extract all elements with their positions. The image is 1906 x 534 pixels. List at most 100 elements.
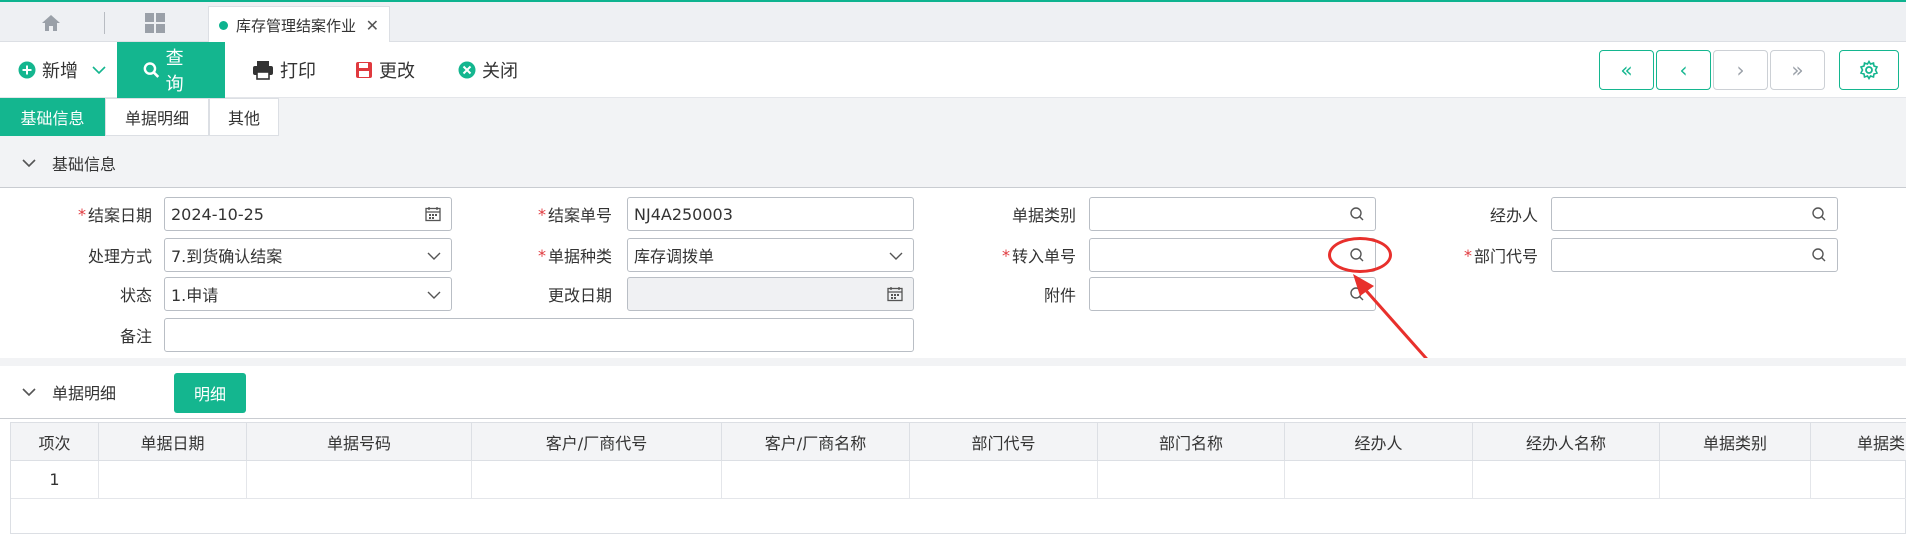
label-text: 结案单号 (547, 206, 612, 225)
chevron-down-icon[interactable] (92, 65, 106, 75)
column-header[interactable]: 客户/厂商代号 (472, 423, 722, 461)
column-header[interactable]: 部门名称 (1098, 423, 1285, 461)
label-text: 部门代号 (1473, 247, 1538, 266)
table-cell[interactable] (99, 461, 247, 499)
column-header[interactable]: 客户/厂商名称 (722, 423, 910, 461)
status-select[interactable]: 1.申请 (164, 277, 452, 311)
section-gap (0, 358, 1906, 366)
handler-label: 经办人 (1489, 206, 1538, 225)
home-icon[interactable] (36, 10, 66, 36)
first-icon: « (1620, 58, 1633, 82)
doc-type-select[interactable]: 库存调拨单 (627, 238, 914, 272)
next-record-button[interactable]: › (1713, 50, 1768, 90)
attachment-field[interactable] (1089, 277, 1376, 311)
divider (0, 187, 1906, 188)
label-text: 单据种类 (547, 247, 612, 266)
remark-label: 备注 (119, 327, 152, 346)
column-header[interactable]: 部门代号 (910, 423, 1098, 461)
tab-doc-detail[interactable]: 单据明细 (105, 98, 209, 136)
table-cell[interactable]: 1 (11, 461, 99, 499)
transfer-no-label: * 转入单号 (986, 238, 1076, 272)
modify-label: 更改 (379, 61, 415, 82)
last-icon: » (1791, 58, 1804, 82)
first-record-button[interactable]: « (1599, 50, 1654, 90)
search-icon[interactable] (1811, 206, 1827, 222)
column-header[interactable]: 单据号码 (247, 423, 472, 461)
modify-button[interactable]: 更改 (355, 42, 415, 98)
column-header[interactable]: 单据类 (1811, 423, 1906, 461)
tab-inventory-close[interactable]: 库存管理结案作业 ✕ (208, 6, 390, 44)
process-method-value: 7.到货确认结案 (171, 247, 283, 266)
chevron-down-icon[interactable] (22, 158, 36, 168)
column-header[interactable]: 单据类别 (1660, 423, 1811, 461)
table-cell[interactable] (1098, 461, 1285, 499)
required-mark: * (1463, 245, 1472, 265)
search-icon[interactable] (1811, 247, 1827, 263)
modify-date-field (627, 277, 914, 311)
search-icon[interactable] (1349, 206, 1365, 222)
process-method-select[interactable]: 7.到货确认结案 (164, 238, 452, 272)
next-icon: › (1736, 58, 1745, 82)
required-mark: * (77, 204, 86, 224)
close-date-value: 2024-10-25 (171, 204, 264, 224)
tab-basic-info[interactable]: 基础信息 (0, 98, 105, 136)
query-label: 查询 (165, 48, 184, 95)
chevron-down-icon[interactable] (427, 290, 441, 300)
table-cell[interactable] (1473, 461, 1660, 499)
required-mark: * (537, 245, 546, 265)
table-cell[interactable] (910, 461, 1098, 499)
section-title: 基础信息 (52, 155, 117, 174)
close-button[interactable]: 关闭 (458, 42, 518, 98)
calendar-icon[interactable] (425, 206, 441, 222)
remark-field[interactable] (164, 318, 914, 352)
close-date-field[interactable]: 2024-10-25 (164, 197, 452, 231)
active-dot-icon (219, 21, 228, 30)
table-cell[interactable] (1660, 461, 1811, 499)
close-no-label: * 结案单号 (520, 197, 612, 231)
chevron-down-icon[interactable] (22, 387, 36, 397)
calendar-icon (887, 287, 903, 302)
table-cell[interactable] (1285, 461, 1473, 499)
tab-label: 库存管理结案作业 (236, 17, 357, 35)
required-mark: * (537, 204, 546, 224)
table-cell[interactable] (722, 461, 910, 499)
toolbar: 新增 查询 打印 更改 关闭 « ‹ › » (0, 42, 1906, 98)
detail-section-header[interactable]: 单据明细 (0, 366, 1906, 418)
table-cell[interactable] (1811, 461, 1906, 499)
doc-type-value: 库存调拨单 (634, 247, 715, 266)
add-label: 新增 (42, 61, 78, 82)
close-date-label: * 结案日期 (60, 197, 152, 231)
close-tab-icon[interactable]: ✕ (366, 16, 379, 35)
prev-record-button[interactable]: ‹ (1656, 50, 1711, 90)
basic-info-section-header[interactable]: 基础信息 (0, 138, 1906, 188)
add-button[interactable]: 新增 (18, 42, 112, 98)
table-cell[interactable] (247, 461, 472, 499)
label-text: 结案日期 (87, 206, 152, 225)
modify-date-label: 更改日期 (547, 286, 612, 305)
status-value: 1.申请 (171, 286, 219, 305)
print-button[interactable]: 打印 (252, 42, 316, 98)
dept-code-field[interactable] (1551, 238, 1838, 272)
last-record-button[interactable]: » (1770, 50, 1825, 90)
top-tab-bar: 库存管理结案作业 ✕ (0, 0, 1906, 44)
close-no-value: NJ4A250003 (634, 204, 733, 224)
close-no-field[interactable]: NJ4A250003 (627, 197, 914, 231)
chevron-down-icon[interactable] (427, 251, 441, 261)
chevron-down-icon[interactable] (889, 251, 903, 261)
detail-grid: 项次 单据日期 单据号码 客户/厂商代号 客户/厂商名称 部门代号 部门名称 经… (10, 422, 1906, 534)
column-header[interactable]: 经办人 (1285, 423, 1473, 461)
prev-icon: ‹ (1679, 58, 1688, 82)
detail-button[interactable]: 明细 (174, 373, 246, 413)
column-header[interactable]: 单据日期 (99, 423, 247, 461)
tab-other[interactable]: 其他 (209, 98, 279, 136)
attachment-label: 附件 (1043, 286, 1076, 305)
table-cell[interactable] (472, 461, 722, 499)
column-header[interactable]: 项次 (11, 423, 99, 461)
column-header[interactable]: 经办人名称 (1473, 423, 1660, 461)
settings-button[interactable] (1839, 50, 1899, 90)
doc-category-field[interactable] (1089, 197, 1376, 231)
query-button[interactable]: 查询 (117, 42, 225, 98)
handler-field[interactable] (1551, 197, 1838, 231)
grid-menu-icon[interactable] (140, 10, 170, 36)
status-label: 状态 (119, 286, 152, 305)
